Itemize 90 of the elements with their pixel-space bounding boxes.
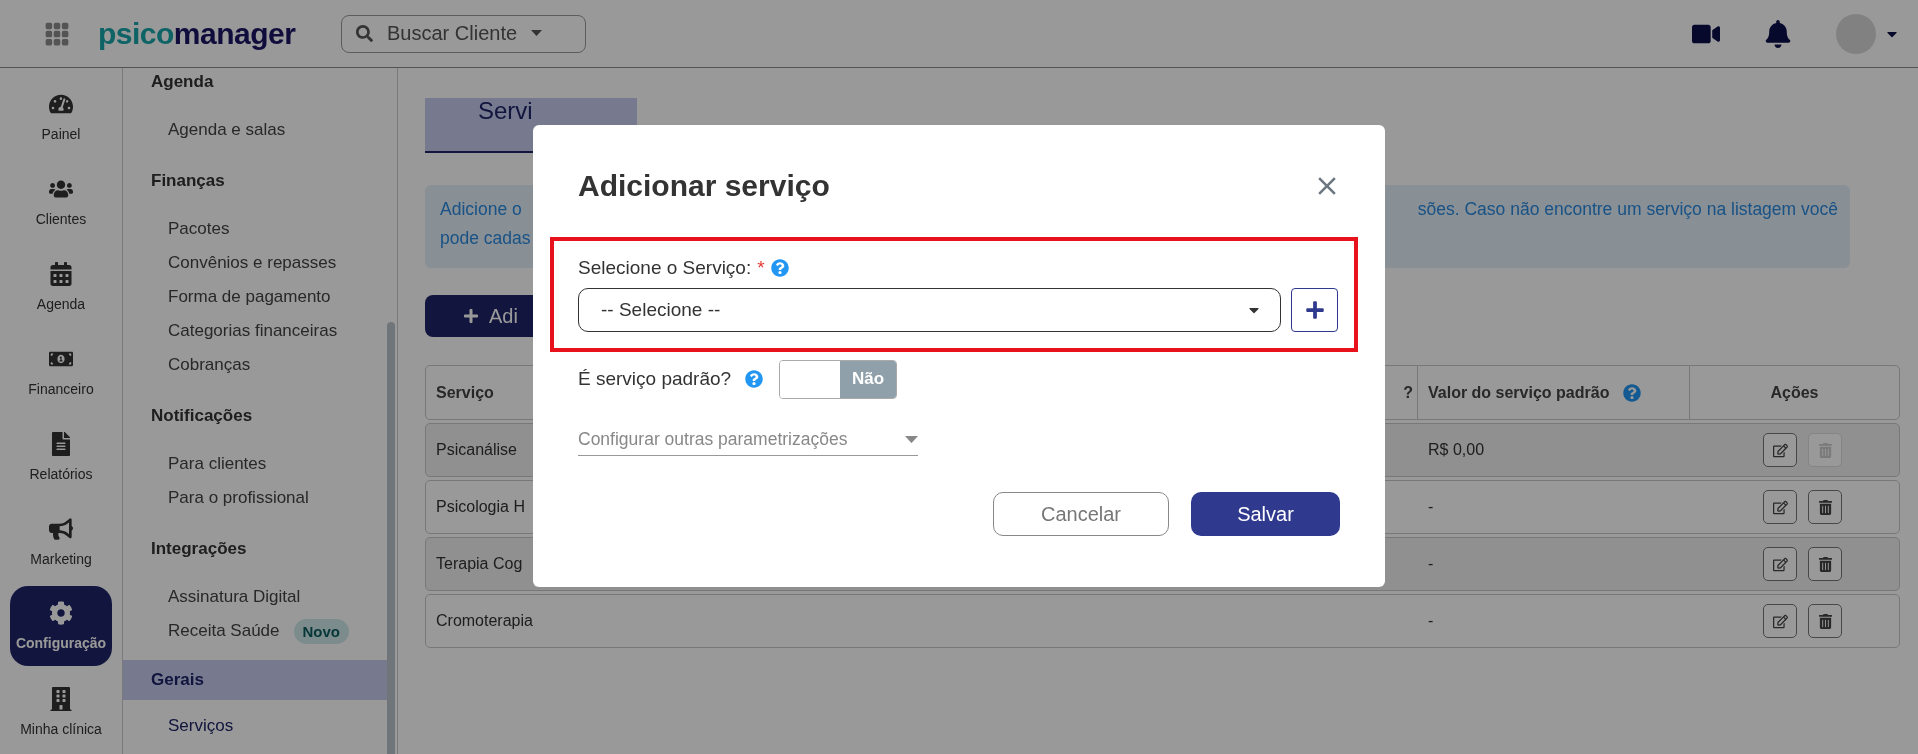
sidebar-item[interactable]: Forma de pagamento bbox=[168, 287, 331, 307]
sidebar-heading[interactable]: Notificações bbox=[123, 394, 387, 438]
edit-icon bbox=[1772, 442, 1788, 458]
sidebar-item[interactable]: Assinatura Digital bbox=[168, 587, 301, 607]
building-icon bbox=[49, 686, 73, 711]
column-header: Valor do serviço padrão bbox=[1428, 383, 1610, 402]
edit-button[interactable] bbox=[1763, 604, 1797, 638]
sidebar-item[interactable]: Para o profissional bbox=[168, 488, 309, 508]
nav-item[interactable]: Minha clínica bbox=[10, 669, 112, 754]
trash-icon bbox=[1817, 499, 1833, 515]
edit-icon bbox=[1772, 499, 1788, 515]
nav-label: Financeiro bbox=[28, 380, 94, 397]
nav-label: Configuração bbox=[15, 635, 107, 651]
delete-button[interactable] bbox=[1808, 490, 1842, 524]
plus-icon bbox=[463, 308, 479, 324]
caret-icon bbox=[531, 30, 543, 37]
service-value: R$ 0,00 bbox=[1428, 441, 1485, 459]
toggle-label: É serviço padrão? bbox=[578, 368, 732, 390]
save-button[interactable]: Salvar bbox=[1191, 492, 1340, 536]
nav-item[interactable]: Configuração bbox=[10, 586, 112, 666]
scrollbar-thumb[interactable] bbox=[387, 322, 395, 754]
edit-button[interactable] bbox=[1763, 433, 1797, 467]
settings-icon bbox=[49, 601, 73, 625]
required-mark: * bbox=[757, 257, 765, 279]
nav-label: Minha clínica bbox=[20, 720, 102, 737]
edit-button[interactable] bbox=[1763, 490, 1797, 524]
edit-button[interactable] bbox=[1763, 547, 1797, 581]
nav-item[interactable]: Agenda bbox=[10, 244, 112, 329]
megaphone-icon bbox=[49, 516, 73, 541]
document-icon bbox=[49, 431, 73, 456]
nav-item[interactable]: Relatórios bbox=[10, 414, 112, 499]
help-icon[interactable] bbox=[1623, 383, 1642, 402]
column-header: Ações bbox=[1770, 383, 1819, 402]
nav-item[interactable]: Financeiro bbox=[10, 329, 112, 414]
more-settings-dropdown[interactable]: Configurar outras parametrizações bbox=[578, 424, 918, 456]
cancel-button[interactable]: Cancelar bbox=[993, 492, 1169, 536]
sidebar-heading[interactable]: Gerais bbox=[123, 660, 387, 700]
sidebar-item[interactable]: Receita Saúde bbox=[168, 621, 280, 641]
modal-title: Adicionar serviço bbox=[578, 169, 830, 203]
service-name: Cromoterapia bbox=[436, 612, 533, 630]
search-field[interactable]: Buscar Cliente bbox=[341, 14, 586, 53]
nav-item[interactable]: Painel bbox=[10, 74, 112, 159]
trash-icon bbox=[1817, 442, 1833, 458]
column-header: ? bbox=[1403, 383, 1413, 402]
caret-icon bbox=[905, 435, 918, 444]
add-button[interactable] bbox=[1291, 288, 1338, 332]
sidebar-item[interactable]: Categorias financeiras bbox=[168, 321, 338, 341]
sidebar-item[interactable]: Cobranças bbox=[168, 355, 251, 375]
info-text: Adicione o bbox=[440, 198, 523, 221]
sidebar-item[interactable]: Para clientes bbox=[168, 454, 267, 474]
delete-button[interactable] bbox=[1808, 604, 1842, 638]
help-icon[interactable] bbox=[770, 259, 789, 277]
new-badge: Novo bbox=[293, 618, 350, 644]
calendar-icon bbox=[49, 261, 73, 286]
sidebar-heading[interactable]: Finanças bbox=[123, 159, 387, 203]
sidebar-item[interactable]: Convênios e repasses bbox=[168, 253, 337, 273]
nav-label: Marketing bbox=[30, 550, 92, 567]
service-select[interactable]: -- Selecione -- bbox=[578, 288, 1281, 332]
apps-grid-icon[interactable] bbox=[44, 20, 70, 47]
trash-icon bbox=[1817, 613, 1833, 629]
column-header: Serviço bbox=[436, 383, 494, 402]
trash-icon bbox=[1817, 556, 1833, 572]
edit-icon bbox=[1772, 556, 1788, 572]
sidebar-item[interactable]: Agenda e salas bbox=[168, 120, 286, 140]
nav-item[interactable]: Marketing bbox=[10, 499, 112, 584]
sidebar-heading[interactable]: Integrações bbox=[123, 527, 387, 571]
nav-label: Painel bbox=[41, 125, 81, 142]
info-text: pode cadas bbox=[440, 227, 531, 250]
service-name: Terapia Cog bbox=[436, 555, 523, 573]
service-name: Psicologia H bbox=[436, 498, 525, 516]
field-label: Selecione o Serviço: bbox=[578, 257, 752, 279]
sidebar-item[interactable]: Pacotes bbox=[168, 219, 230, 239]
info-text: sões. Caso não encontre um serviço na listagem você bbox=[1417, 198, 1838, 221]
help-icon[interactable] bbox=[745, 370, 764, 388]
sidebar-item[interactable]: Serviços bbox=[168, 716, 234, 736]
service-name: Psicanálise bbox=[436, 441, 517, 459]
sidebar-heading[interactable]: Agenda bbox=[123, 68, 387, 104]
edit-icon bbox=[1772, 613, 1788, 629]
delete-button[interactable] bbox=[1808, 547, 1842, 581]
nav-label: Relatórios bbox=[29, 465, 93, 482]
service-value: - bbox=[1428, 612, 1434, 630]
nav-item[interactable]: Clientes bbox=[10, 159, 112, 244]
logo: psicomanager bbox=[98, 16, 297, 51]
service-value: - bbox=[1428, 498, 1434, 516]
search-icon bbox=[356, 25, 373, 42]
nav-label: Clientes bbox=[35, 210, 87, 227]
plus-icon bbox=[1304, 300, 1325, 320]
nav-label: Agenda bbox=[36, 295, 86, 312]
bell-icon[interactable] bbox=[1764, 19, 1792, 48]
service-value: - bbox=[1428, 555, 1434, 573]
